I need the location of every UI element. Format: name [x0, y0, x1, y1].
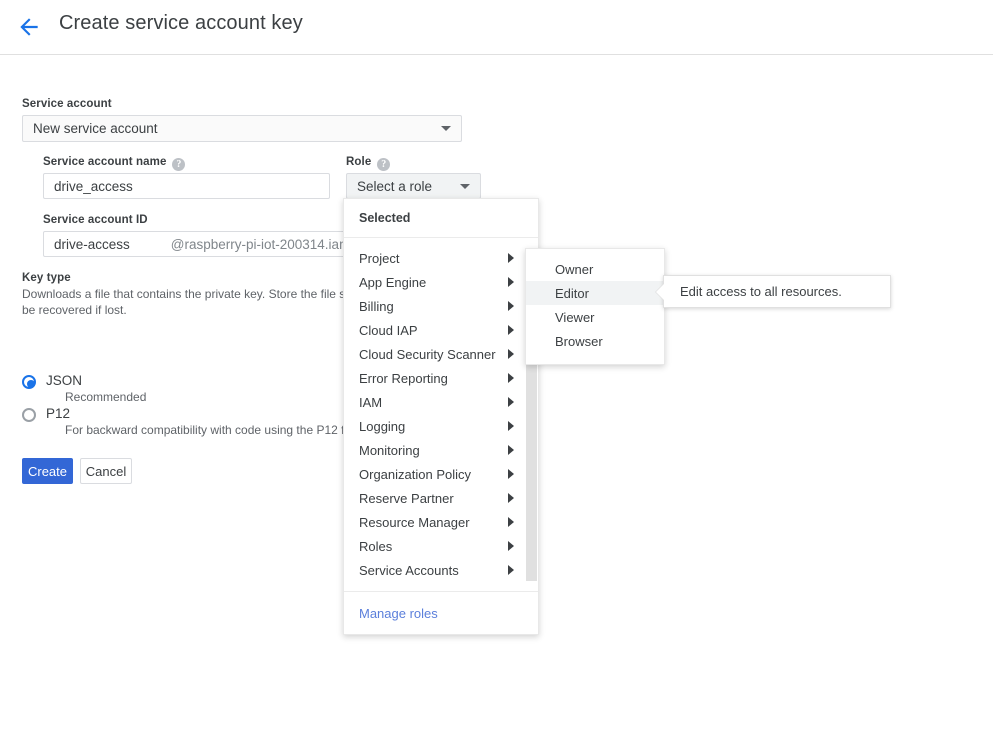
chevron-right-icon	[508, 541, 514, 551]
role-dropdown-item[interactable]: Project	[344, 246, 538, 270]
page-title: Create service account key	[59, 12, 303, 34]
chevron-right-icon	[508, 397, 514, 407]
role-submenu-item[interactable]: Editor	[526, 281, 664, 305]
service-account-id-suffix: @raspberry-pi-iot-200314.iam.gs	[170, 236, 369, 252]
role-submenu-item-label: Editor	[555, 285, 589, 301]
radio-p12-icon[interactable]	[22, 408, 36, 422]
role-dropdown-item[interactable]: Cloud IAP	[344, 318, 538, 342]
radio-json-icon[interactable]	[22, 375, 36, 389]
chevron-right-icon	[508, 373, 514, 383]
role-submenu-item-label: Browser	[555, 333, 603, 349]
service-account-id-field[interactable]: drive-access @raspberry-pi-iot-200314.ia…	[43, 231, 373, 257]
role-dropdown-item[interactable]: Reserve Partner	[344, 486, 538, 510]
role-submenu-item[interactable]: Owner	[526, 257, 664, 281]
role-dropdown-item-label: Roles	[359, 538, 393, 554]
role-select-value: Select a role	[357, 178, 433, 194]
role-submenu-list: Owner Editor Viewer Browser	[526, 249, 664, 353]
key-type-json-sub: Recommended	[65, 390, 147, 404]
chevron-right-icon	[508, 325, 514, 335]
role-submenu-item[interactable]: Viewer	[526, 305, 664, 329]
role-dropdown-item-label: Service Accounts	[359, 562, 459, 578]
service-account-name-label-text: Service account name	[43, 156, 167, 168]
chevron-right-icon	[508, 469, 514, 479]
arrow-left-icon	[20, 18, 38, 36]
role-dropdown-item-label: Monitoring	[359, 442, 420, 458]
role-submenu-item[interactable]: Browser	[526, 329, 664, 353]
chevron-right-icon	[508, 445, 514, 455]
role-dropdown-section-header-text: Selected	[359, 211, 411, 225]
role-dropdown-item-label: Billing	[359, 298, 394, 314]
chevron-down-icon	[441, 126, 451, 131]
role-dropdown-item[interactable]: Service Accounts	[344, 558, 538, 582]
role-dropdown-item-label: Cloud Security Scanner	[359, 346, 496, 362]
role-dropdown-item-label: IAM	[359, 394, 383, 410]
role-submenu-item-label: Viewer	[555, 309, 595, 325]
role-dropdown-section-header: Selected	[344, 199, 538, 238]
help-icon-role[interactable]: ?	[377, 158, 391, 171]
key-type-label: Key type	[22, 272, 71, 284]
role-dropdown-item[interactable]: App Engine	[344, 270, 538, 294]
role-tooltip: Edit access to all resources.	[663, 275, 891, 308]
help-icon-service-account-name[interactable]: ?	[172, 158, 186, 171]
key-type-p12-label: P12	[46, 406, 71, 421]
role-dropdown-item-label: Reserve Partner	[359, 490, 454, 506]
chevron-right-icon	[508, 421, 514, 431]
role-dropdown-scroll-thumb[interactable]	[526, 361, 537, 581]
role-dropdown-item-label: Cloud IAP	[359, 322, 418, 338]
role-dropdown-item[interactable]: Logging	[344, 414, 538, 438]
role-dropdown-item[interactable]: Error Reporting	[344, 366, 538, 390]
role-submenu: Owner Editor Viewer Browser	[525, 248, 665, 365]
service-account-select-value: New service account	[33, 121, 158, 136]
chevron-down-icon-role	[460, 183, 470, 189]
role-dropdown-item[interactable]: Organization Policy	[344, 462, 538, 486]
service-account-name-label: Service account name?	[43, 156, 186, 171]
role-dropdown-menu: Selected Project App Engine Billing Cloud I…	[343, 198, 539, 635]
role-dropdown-item[interactable]: Billing	[344, 294, 538, 318]
role-dropdown-item-label: Logging	[359, 418, 406, 434]
role-dropdown-item[interactable]: IAM	[344, 390, 538, 414]
back-arrow-icon[interactable]	[16, 14, 42, 40]
role-tooltip-text: Edit access to all resources.	[680, 284, 842, 299]
manage-roles-link[interactable]: Manage roles	[344, 606, 438, 621]
service-account-id-value: drive-access	[54, 236, 130, 252]
chevron-right-icon	[508, 517, 514, 527]
key-type-p12-sub: For backward compatibility with code usi…	[65, 423, 376, 437]
role-dropdown-item-label: Project	[359, 250, 400, 266]
role-dropdown-item-label: Resource Manager	[359, 514, 470, 530]
key-type-description: Downloads a file that contains the priva…	[22, 287, 358, 318]
role-dropdown-item-label: Error Reporting	[359, 370, 448, 386]
role-submenu-item-label: Owner	[555, 261, 594, 277]
chevron-right-icon	[508, 253, 514, 263]
role-dropdown-list: Project App Engine Billing Cloud IAP Cloud S…	[344, 238, 538, 593]
role-dropdown-item[interactable]: Roles	[344, 534, 538, 558]
role-select[interactable]: Select a role	[346, 173, 481, 199]
service-account-id-label: Service account ID	[43, 214, 148, 226]
create-button[interactable]: Create	[22, 458, 73, 484]
role-dropdown-item[interactable]: Resource Manager	[344, 510, 538, 534]
chevron-right-icon	[508, 277, 514, 287]
role-label-text: Role	[346, 156, 372, 168]
key-type-description-line1: Downloads a file that contains the priva…	[22, 287, 358, 301]
role-label: Role?	[346, 156, 391, 171]
role-dropdown-item-label: App Engine	[359, 274, 427, 290]
page-header: Create service account key	[0, 0, 993, 55]
role-dropdown-item[interactable]: Cloud Security Scanner	[344, 342, 538, 366]
chevron-right-icon	[508, 565, 514, 575]
cancel-button[interactable]: Cancel	[80, 458, 132, 484]
service-account-label: Service account	[22, 98, 112, 110]
key-type-description-line2: be recovered if lost.	[22, 302, 127, 317]
chevron-right-icon	[508, 493, 514, 503]
service-account-select[interactable]: New service account	[22, 115, 462, 142]
chevron-right-icon	[508, 349, 514, 359]
chevron-right-icon	[508, 301, 514, 311]
key-type-json-label: JSON	[46, 373, 83, 388]
role-dropdown-item[interactable]: Monitoring	[344, 438, 538, 462]
role-dropdown-item-label: Organization Policy	[359, 466, 471, 482]
service-account-name-input[interactable]	[43, 173, 330, 199]
role-dropdown-footer: Manage roles	[344, 591, 538, 634]
